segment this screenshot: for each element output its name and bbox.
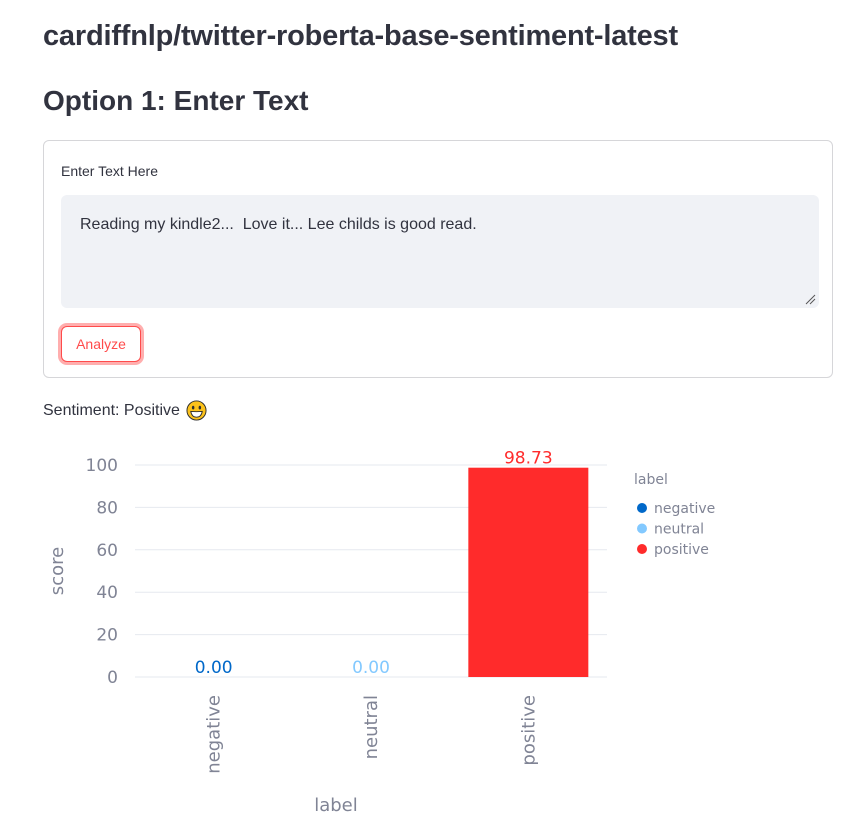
legend-swatch-negative (637, 503, 647, 513)
analyze-button[interactable]: Analyze (61, 326, 141, 362)
data-label-negative: 0.00 (195, 658, 233, 678)
x-axis-title: label (314, 795, 358, 816)
model-title: cardiffnlp/twitter-roberta-base-sentimen… (43, 20, 678, 52)
legend-title: label (634, 472, 668, 488)
legend-swatch-neutral (637, 523, 647, 534)
y-tick-label: 80 (96, 498, 118, 518)
text-input-form: Enter Text Here Reading my kindle2... Lo… (43, 140, 833, 378)
sentiment-text: Sentiment: Positive (43, 401, 180, 419)
legend-swatch-positive (637, 544, 647, 554)
option-title: Option 1: Enter Text (43, 85, 309, 116)
x-tick-label: negative (204, 695, 225, 774)
text-area-value: Reading my kindle2... Love it... Lee chi… (80, 216, 477, 233)
x-tick-label: neutral (361, 695, 382, 759)
x-tick-label: positive (518, 695, 539, 766)
grinning-face-icon (186, 400, 207, 421)
legend-label-negative: negative (654, 501, 715, 517)
y-tick-label: 40 (96, 583, 118, 603)
text-area[interactable]: Reading my kindle2... Love it... Lee chi… (61, 195, 819, 308)
sentiment-result: Sentiment: Positive (43, 400, 207, 421)
resize-handle-icon[interactable] (804, 293, 816, 305)
data-label-positive: 98.73 (504, 449, 553, 469)
bar-positive (468, 467, 589, 677)
y-tick-label: 20 (96, 626, 118, 646)
y-axis-title: score (47, 547, 68, 595)
y-tick-label: 0 (107, 668, 118, 688)
text-field-label: Enter Text Here (61, 163, 159, 179)
data-label-neutral: 0.00 (352, 658, 390, 678)
y-tick-label: 60 (96, 541, 118, 561)
sentiment-bar-chart: 0 20 40 60 80 100 score 0.00 negative 0.00 neutral… (47, 449, 715, 816)
legend-label-neutral: neutral (654, 522, 704, 538)
legend-label-positive: positive (654, 542, 709, 558)
app-page: cardiffnlp/twitter-roberta-base-sentimen… (0, 0, 850, 827)
y-tick-label: 100 (86, 456, 118, 476)
